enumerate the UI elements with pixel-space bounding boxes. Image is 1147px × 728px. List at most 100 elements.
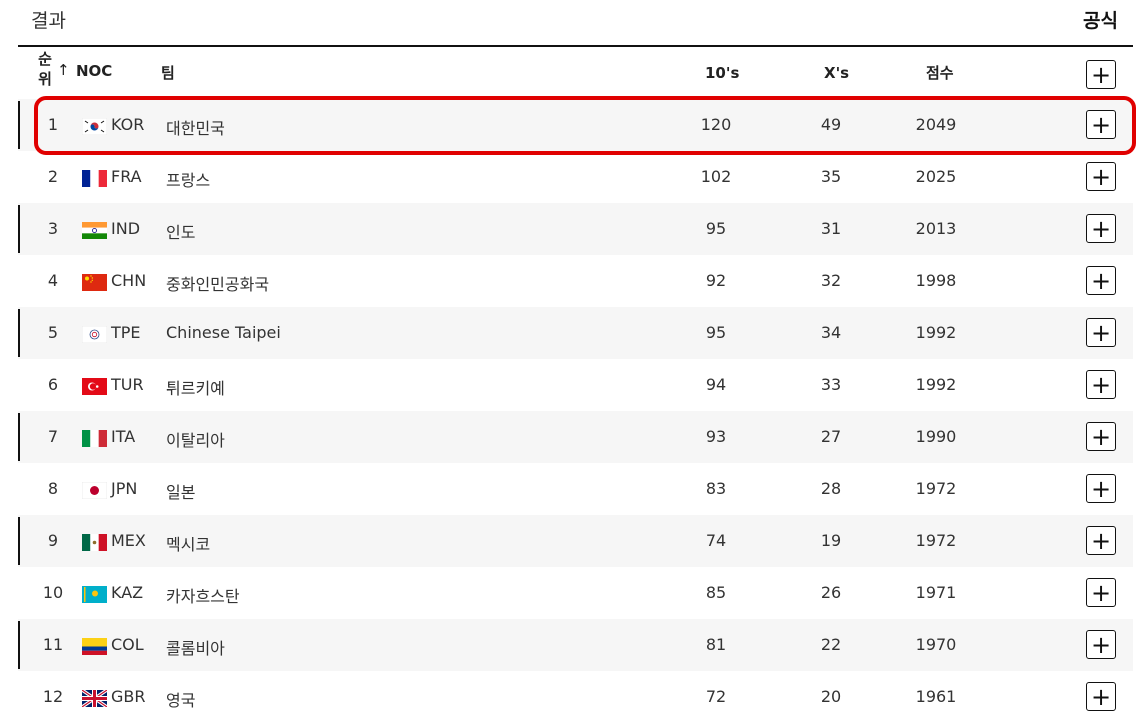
- tens-cell: 83: [705, 479, 727, 498]
- tens-cell: 94: [705, 375, 727, 394]
- results-table: 1 KOR 대한민국 120 49 2049 + 2 FRA 프랑스 102 3…: [18, 99, 1133, 723]
- tpe-flag-icon: [82, 326, 107, 343]
- rank-cell: 8: [47, 479, 59, 498]
- ind-flag-icon: [82, 222, 107, 239]
- xs-cell: 19: [820, 531, 842, 550]
- tur-flag-icon: [82, 378, 107, 395]
- expand-row-button[interactable]: +: [1086, 682, 1116, 711]
- rank-cell: 2: [47, 167, 59, 186]
- team-name: 멕시코: [166, 535, 211, 554]
- table-row[interactable]: 2 FRA 프랑스 102 35 2025 +: [18, 151, 1133, 203]
- table-row[interactable]: 4 CHN 중화인민공화국 92 32 1998 +: [18, 255, 1133, 307]
- team-name: Chinese Taipei: [166, 323, 281, 342]
- row-marker: [18, 101, 20, 149]
- row-marker: [18, 309, 20, 357]
- row-marker: [18, 205, 20, 253]
- xs-cell: 33: [820, 375, 842, 394]
- ita-flag-icon: [82, 430, 107, 447]
- column-header-team[interactable]: 팀: [161, 62, 175, 83]
- table-row[interactable]: 9 MEX 멕시코 74 19 1972 +: [18, 515, 1133, 567]
- rank-cell: 1: [47, 115, 59, 134]
- table-row[interactable]: 10 KAZ 카자흐스탄 85 26 1971 +: [18, 567, 1133, 619]
- tens-cell: 95: [705, 323, 727, 342]
- expand-row-button[interactable]: +: [1086, 630, 1116, 659]
- noc-code: FRA: [111, 167, 142, 186]
- tens-cell: 102: [700, 167, 732, 186]
- tens-cell: 72: [705, 687, 727, 706]
- sort-arrow-icon[interactable]: ↑: [57, 61, 70, 79]
- rank-cell: 3: [47, 219, 59, 238]
- noc-code: TUR: [111, 375, 144, 394]
- expand-row-button[interactable]: +: [1086, 110, 1116, 139]
- score-cell: 2049: [915, 115, 957, 134]
- score-cell: 1972: [915, 531, 957, 550]
- expand-row-button[interactable]: +: [1086, 526, 1116, 555]
- column-header-tens[interactable]: 10's: [705, 64, 739, 82]
- expand-row-button[interactable]: +: [1086, 422, 1116, 451]
- expand-all-button[interactable]: +: [1086, 60, 1116, 89]
- row-marker: [18, 621, 20, 669]
- column-header-noc[interactable]: NOC: [76, 62, 112, 80]
- xs-cell: 35: [820, 167, 842, 186]
- score-cell: 1972: [915, 479, 957, 498]
- table-row[interactable]: 1 KOR 대한민국 120 49 2049 +: [18, 99, 1133, 151]
- table-row[interactable]: 12 GBR 영국 72 20 1961 +: [18, 671, 1133, 723]
- score-cell: 2013: [915, 219, 957, 238]
- tens-cell: 85: [705, 583, 727, 602]
- row-marker: [18, 517, 20, 565]
- score-cell: 2025: [915, 167, 957, 186]
- chn-flag-icon: [82, 274, 107, 291]
- team-name: 콜롬비아: [166, 639, 225, 658]
- official-label: 공식: [1083, 10, 1118, 32]
- column-header-xs[interactable]: X's: [824, 64, 849, 82]
- score-cell: 1992: [915, 375, 957, 394]
- table-row[interactable]: 7 ITA 이탈리아 93 27 1990 +: [18, 411, 1133, 463]
- noc-code: KOR: [111, 115, 145, 134]
- xs-cell: 34: [820, 323, 842, 342]
- gbr-flag-icon: [82, 690, 107, 707]
- expand-row-button[interactable]: +: [1086, 370, 1116, 399]
- expand-row-button[interactable]: +: [1086, 214, 1116, 243]
- table-row[interactable]: 6 TUR 튀르키예 94 33 1992 +: [18, 359, 1133, 411]
- results-title: 결과: [31, 10, 66, 32]
- kor-flag-icon: [82, 118, 107, 135]
- expand-row-button[interactable]: +: [1086, 162, 1116, 191]
- team-name: 튀르키예: [166, 379, 225, 398]
- score-cell: 1970: [915, 635, 957, 654]
- expand-row-button[interactable]: +: [1086, 266, 1116, 295]
- rank-cell: 5: [47, 323, 59, 342]
- rank-cell: 7: [47, 427, 59, 446]
- noc-code: IND: [111, 219, 141, 238]
- expand-row-button[interactable]: +: [1086, 474, 1116, 503]
- column-header-rank[interactable]: 순위: [36, 49, 54, 89]
- team-name: 대한민국: [166, 119, 225, 138]
- tens-cell: 74: [705, 531, 727, 550]
- noc-code: MEX: [111, 531, 146, 550]
- team-name: 프랑스: [166, 171, 211, 190]
- table-row[interactable]: 11 COL 콜롬비아 81 22 1970 +: [18, 619, 1133, 671]
- team-name: 이탈리아: [166, 431, 225, 450]
- team-name: 인도: [166, 223, 196, 242]
- kaz-flag-icon: [82, 586, 107, 603]
- rank-cell: 6: [47, 375, 59, 394]
- mex-flag-icon: [82, 534, 107, 551]
- tens-cell: 95: [705, 219, 727, 238]
- table-row[interactable]: 5 TPE Chinese Taipei 95 34 1992 +: [18, 307, 1133, 359]
- table-row[interactable]: 8 JPN 일본 83 28 1972 +: [18, 463, 1133, 515]
- noc-code: ITA: [111, 427, 136, 446]
- row-marker: [18, 413, 20, 461]
- noc-code: GBR: [111, 687, 146, 706]
- column-header-score[interactable]: 점수: [926, 62, 954, 83]
- expand-row-button[interactable]: +: [1086, 318, 1116, 347]
- team-name: 영국: [166, 691, 196, 710]
- noc-code: KAZ: [111, 583, 144, 602]
- score-cell: 1998: [915, 271, 957, 290]
- expand-row-button[interactable]: +: [1086, 578, 1116, 607]
- team-name: 카자흐스탄: [166, 587, 240, 606]
- col-flag-icon: [82, 638, 107, 655]
- rank-cell: 9: [47, 531, 59, 550]
- team-name: 중화인민공화국: [166, 275, 270, 294]
- xs-cell: 26: [820, 583, 842, 602]
- table-row[interactable]: 3 IND 인도 95 31 2013 +: [18, 203, 1133, 255]
- score-cell: 1971: [915, 583, 957, 602]
